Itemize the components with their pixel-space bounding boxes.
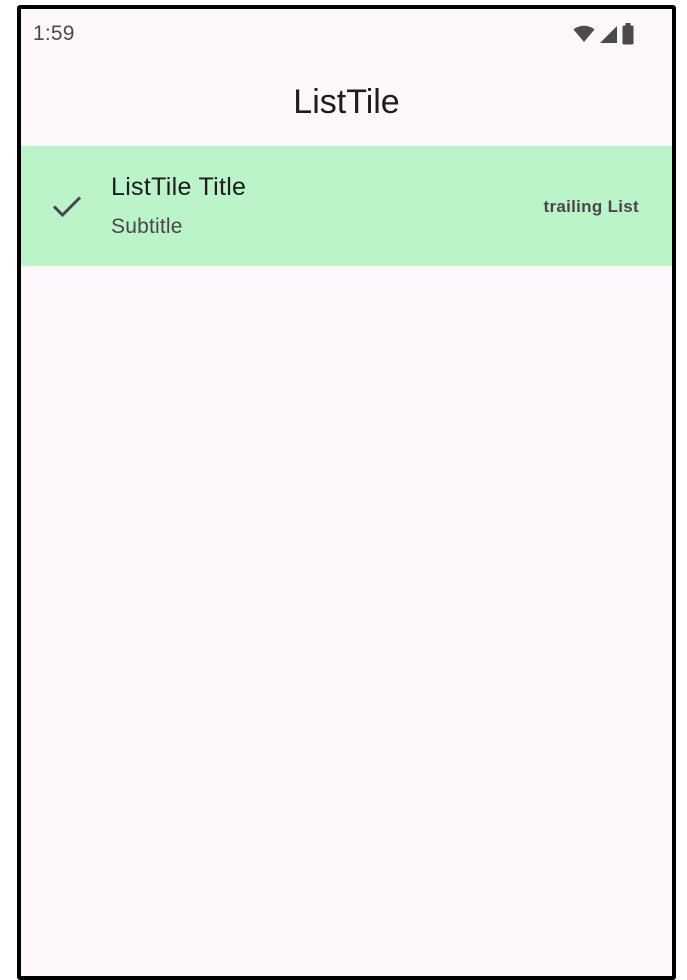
check-icon [52, 196, 82, 218]
status-bar: 1:59 [21, 9, 672, 59]
app-bar-title: ListTile [293, 82, 400, 121]
cell-signal-icon [600, 25, 617, 43]
status-icons [573, 23, 634, 45]
list-tile-subtitle: Subtitle [111, 215, 183, 238]
status-time: 1:59 [33, 22, 75, 45]
wifi-icon [573, 25, 595, 42]
list-tile-title: ListTile Title [111, 173, 247, 201]
phone-screen: 1:59 ListTile ListTile Title Subtitle tr… [17, 5, 676, 980]
list-tile[interactable]: ListTile Title Subtitle trailing List [21, 146, 672, 266]
app-bar: ListTile [21, 61, 672, 143]
battery-icon [622, 23, 634, 45]
list-tile-trailing: trailing List [543, 197, 639, 216]
